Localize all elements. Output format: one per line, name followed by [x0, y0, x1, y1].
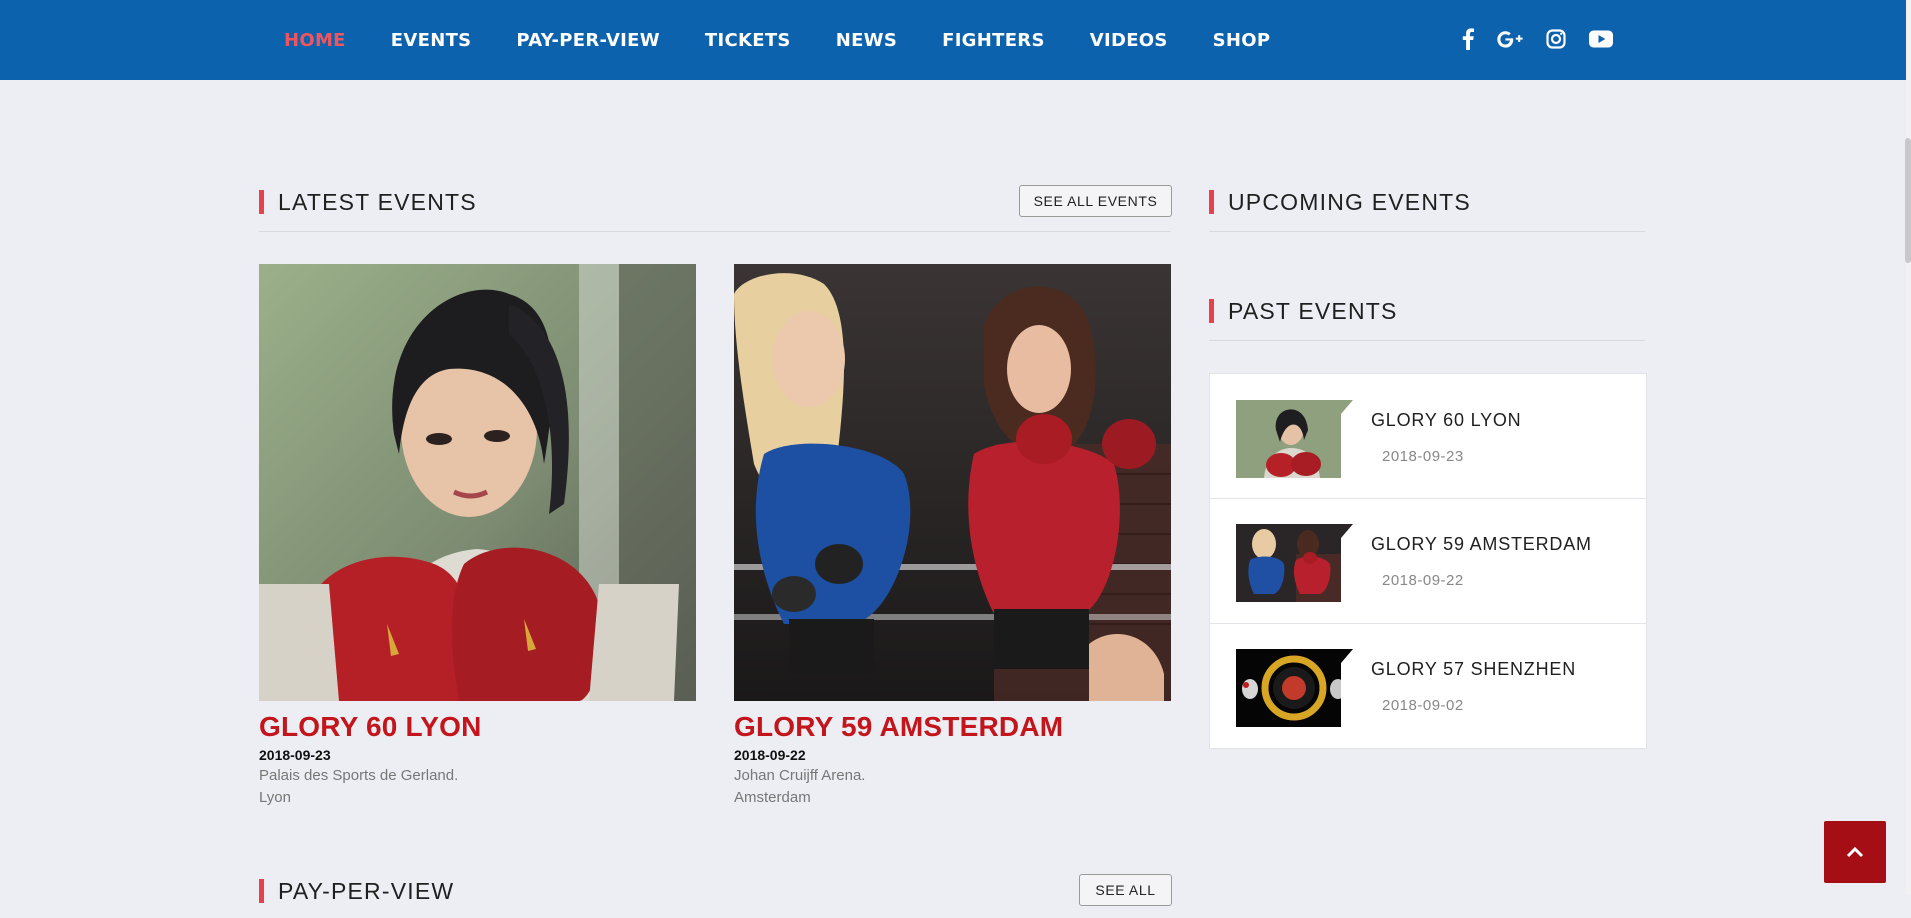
nav-home[interactable]: HOME: [284, 30, 346, 51]
divider: [1209, 340, 1645, 341]
event-photo[interactable]: [734, 264, 1171, 701]
social-links: [1462, 22, 1636, 56]
nav-videos[interactable]: VIDEOS: [1090, 30, 1168, 51]
accent-bar: [259, 190, 264, 214]
section-title: LATEST EVENTS: [278, 189, 477, 215]
accent-bar: [259, 879, 264, 903]
venue-line: Johan Cruijff Arena.: [734, 767, 866, 784]
event-thumbnail[interactable]: [1236, 649, 1353, 727]
nav-pay-per-view[interactable]: PAY-PER-VIEW: [516, 30, 660, 51]
past-event-name[interactable]: GLORY 57 SHENZHEN: [1371, 659, 1576, 680]
nav-news[interactable]: NEWS: [836, 30, 897, 51]
nav-tickets[interactable]: TICKETS: [705, 30, 791, 51]
list-item[interactable]: GLORY 60 LYON 2018-09-23: [1210, 374, 1646, 499]
back-to-top-button[interactable]: [1824, 821, 1886, 883]
accent-bar: [1209, 299, 1214, 323]
youtube-icon[interactable]: [1589, 22, 1613, 56]
venue-city: Lyon: [259, 789, 291, 806]
page-scrollbar[interactable]: [1906, 0, 1911, 895]
event-venue: Johan Cruijff Arena. Amsterdam: [734, 765, 1171, 809]
event-thumbnail[interactable]: [1236, 524, 1353, 602]
past-event-name[interactable]: GLORY 60 LYON: [1371, 410, 1521, 431]
divider: [1209, 231, 1645, 232]
nav-fighters[interactable]: FIGHTERS: [942, 30, 1045, 51]
venue-city: Amsterdam: [734, 789, 811, 806]
event-card[interactable]: GLORY 59 AMSTERDAM 2018-09-22 Johan Crui…: [734, 264, 1171, 809]
venue-line: Palais des Sports de Gerland.: [259, 767, 459, 784]
event-date: 2018-09-23: [259, 747, 331, 763]
event-thumbnail[interactable]: [1236, 400, 1353, 478]
accent-bar: [1209, 190, 1214, 214]
past-events-list: GLORY 60 LYON 2018-09-23 GLORY 59 AMSTER…: [1209, 373, 1647, 749]
event-title[interactable]: GLORY 59 AMSTERDAM: [734, 711, 1171, 743]
facebook-icon[interactable]: [1462, 22, 1474, 56]
instagram-icon[interactable]: [1546, 22, 1566, 56]
pay-per-view-header: PAY-PER-VIEW: [259, 878, 1171, 918]
top-navigation-bar: HOME EVENTS PAY-PER-VIEW TICKETS NEWS FI…: [0, 0, 1906, 80]
chevron-up-icon: [1846, 846, 1864, 858]
section-title: PAY-PER-VIEW: [278, 878, 455, 904]
list-item[interactable]: GLORY 57 SHENZHEN 2018-09-02: [1210, 624, 1646, 748]
event-venue: Palais des Sports de Gerland. Lyon: [259, 765, 696, 809]
past-events-header: PAST EVENTS: [1209, 298, 1645, 341]
nav-shop[interactable]: SHOP: [1213, 30, 1271, 51]
event-card[interactable]: GLORY 60 LYON 2018-09-23 Palais des Spor…: [259, 264, 696, 809]
divider: [259, 231, 1171, 232]
list-item[interactable]: GLORY 59 AMSTERDAM 2018-09-22: [1210, 499, 1646, 624]
past-event-name[interactable]: GLORY 59 AMSTERDAM: [1371, 534, 1592, 555]
nav-events[interactable]: EVENTS: [391, 30, 472, 51]
scrollbar-thumb[interactable]: [1905, 138, 1911, 263]
past-event-date: 2018-09-23: [1382, 448, 1464, 465]
past-event-date: 2018-09-22: [1382, 572, 1464, 589]
section-title: PAST EVENTS: [1228, 298, 1398, 324]
past-event-date: 2018-09-02: [1382, 697, 1464, 714]
event-photo[interactable]: [259, 264, 696, 701]
section-title: UPCOMING EVENTS: [1228, 189, 1471, 215]
main-nav: HOME EVENTS PAY-PER-VIEW TICKETS NEWS FI…: [284, 0, 1315, 80]
google-plus-icon[interactable]: [1497, 22, 1523, 56]
event-date: 2018-09-22: [734, 747, 806, 763]
see-all-events-button[interactable]: SEE ALL EVENTS: [1019, 185, 1172, 217]
event-title[interactable]: GLORY 60 LYON: [259, 711, 696, 743]
see-all-ppv-button[interactable]: SEE ALL: [1079, 874, 1172, 906]
upcoming-events-header: UPCOMING EVENTS: [1209, 189, 1645, 232]
